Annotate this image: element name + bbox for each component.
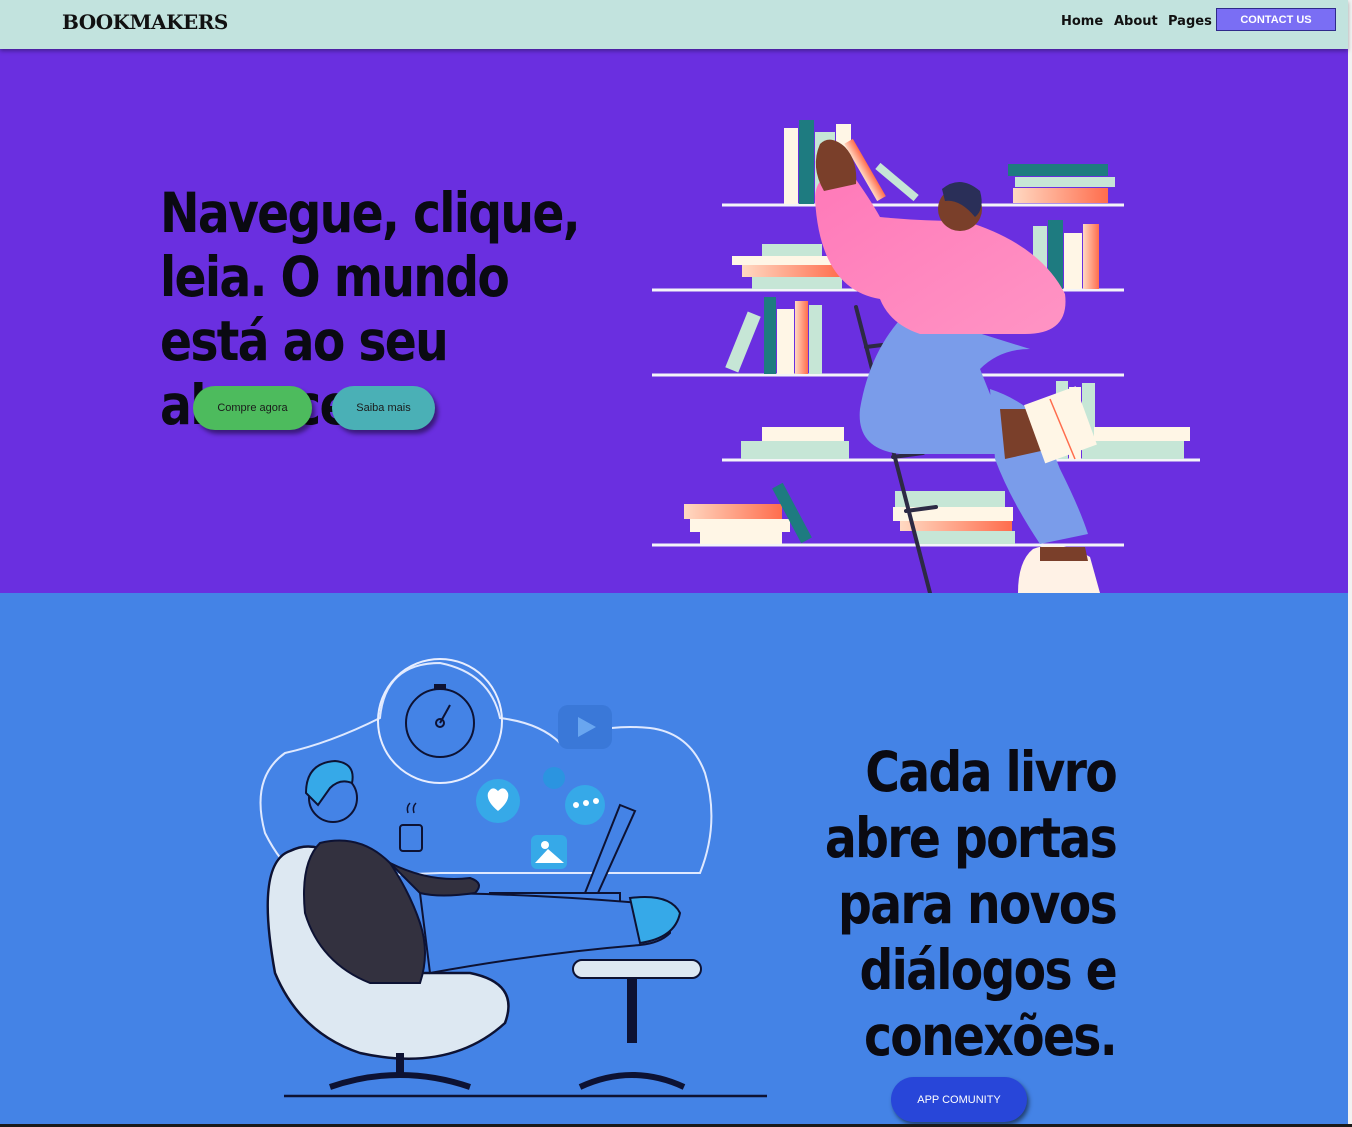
hero-section: Navegue, clique, leia. O mundo está ao s… (0, 49, 1348, 593)
chat-icon (565, 785, 605, 825)
top-navbar: BOOKMAKERS Home About Pages CONTACT US (0, 0, 1348, 49)
heart-icon (476, 779, 520, 823)
image-icon (531, 835, 567, 869)
community-section: Cada livro abre portas para novos diálog… (0, 593, 1352, 1127)
clock-icon (377, 658, 503, 784)
reading-person-illustration (259, 658, 767, 1098)
brand-logo[interactable]: BOOKMAKERS (62, 10, 228, 34)
app-community-button[interactable]: APP COMUNITY (891, 1077, 1027, 1122)
learn-more-button[interactable]: Saiba mais (332, 386, 435, 430)
page-edge (1348, 0, 1352, 1127)
nav-link-about[interactable]: About (1114, 14, 1158, 29)
buy-now-button[interactable]: Compre agora (193, 386, 312, 430)
coffee-icon (399, 802, 423, 852)
play-icon (558, 705, 612, 749)
nav-link-home[interactable]: Home (1061, 14, 1103, 29)
contact-us-button[interactable]: CONTACT US (1216, 8, 1336, 31)
community-title: Cada livro abre portas para novos diálog… (824, 740, 1118, 1068)
nav-link-pages[interactable]: Pages (1168, 14, 1212, 29)
